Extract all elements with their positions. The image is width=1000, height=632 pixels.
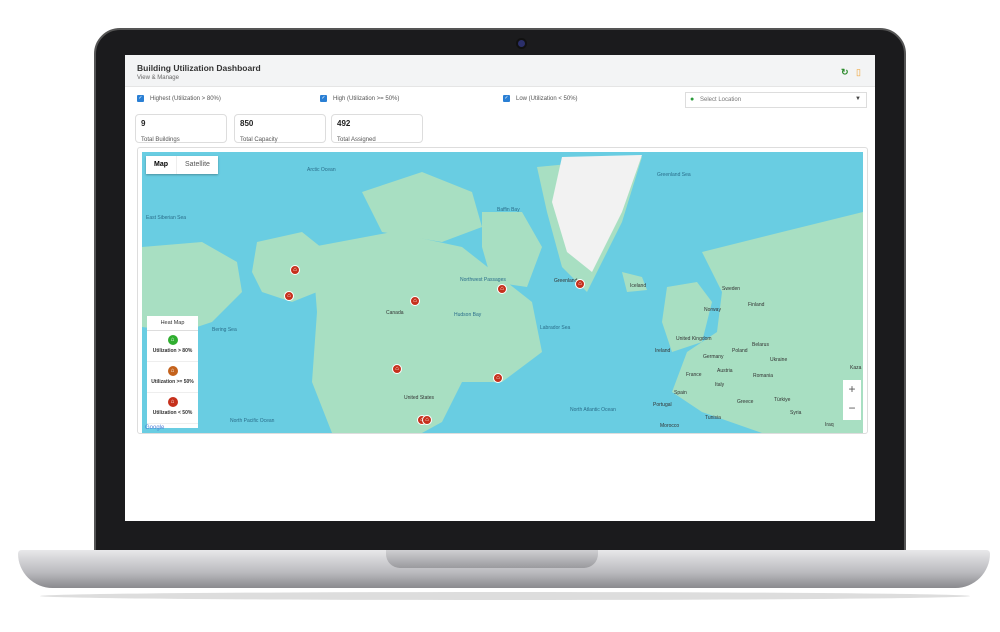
map-label: France xyxy=(686,372,702,378)
dashboard-screen: Building Utilization Dashboard View & Ma… xyxy=(125,55,875,521)
map-label: Norway xyxy=(704,307,721,313)
map-label: Greece xyxy=(737,399,754,405)
legend-item: ⌂ Utilization > 80% xyxy=(147,331,198,362)
map-label: Kaza xyxy=(850,365,862,371)
map-label: Poland xyxy=(732,348,748,354)
building-marker[interactable]: ⌂ xyxy=(422,415,432,425)
tab-map[interactable]: Map xyxy=(146,156,176,174)
map-label: Iraq xyxy=(825,422,834,428)
bookmark-icon[interactable]: ▯ xyxy=(856,67,861,78)
laptop-shadow xyxy=(40,592,970,600)
map-label: Bering Sea xyxy=(212,327,237,333)
zoom-in-button[interactable]: + xyxy=(843,380,861,399)
legend-item: ⌂ Utilization >= 50% xyxy=(147,362,198,393)
filter-label: Low (Utilization < 50%) xyxy=(516,95,578,102)
stat-total-assigned: 492 Total Assigned xyxy=(331,114,423,143)
map-label: Labrador Sea xyxy=(540,325,571,331)
map-label: Germany xyxy=(703,354,724,360)
filter-low[interactable]: ✓ Low (Utilization < 50%) xyxy=(503,95,578,102)
map-label: Greenland Sea xyxy=(657,172,691,178)
map-label: Italy xyxy=(715,382,725,388)
filter-label: Highest (Utilization > 80%) xyxy=(150,95,221,102)
legend-label: Utilization >= 50% xyxy=(151,379,194,385)
map-label: United States xyxy=(404,395,435,401)
zoom-control: + − xyxy=(843,380,861,420)
building-marker[interactable]: ⌂ xyxy=(290,265,300,275)
checkbox-icon[interactable]: ✓ xyxy=(503,95,510,102)
stat-total-capacity: 850 Total Capacity xyxy=(234,114,326,143)
legend-label: Utilization > 80% xyxy=(152,348,193,354)
chevron-down-icon: ▼ xyxy=(855,96,861,102)
building-icon: ⌂ xyxy=(167,366,178,376)
map-label: Sweden xyxy=(722,286,741,292)
map-label: United Kingdom xyxy=(676,336,712,342)
map[interactable]: Arctic Ocean East Siberian Sea Bering Se… xyxy=(142,152,863,433)
filter-highest[interactable]: ✓ Highest (Utilization > 80%) xyxy=(137,95,221,102)
map-label: Türkiye xyxy=(774,397,791,403)
map-label: Arctic Ocean xyxy=(307,167,336,173)
building-marker[interactable]: ⌂ xyxy=(493,373,503,383)
heat-map-legend: Heat Map ⌂ Utilization > 80% ⌂ Utilization… xyxy=(147,316,198,428)
building-icon: ⌂ xyxy=(167,335,178,345)
stat-label: Total Assigned xyxy=(337,137,376,143)
stat-label: Total Capacity xyxy=(240,137,278,143)
page-subtitle: View & Manage xyxy=(137,75,179,81)
map-label: Austria xyxy=(717,368,733,374)
checkbox-icon[interactable]: ✓ xyxy=(320,95,327,102)
map-label: Iceland xyxy=(630,283,647,289)
building-marker[interactable]: ⌂ xyxy=(392,364,402,374)
building-icon: ⌂ xyxy=(167,397,178,407)
map-label: Canada xyxy=(386,310,404,316)
stat-label: Total Buildings xyxy=(141,137,180,143)
webcam xyxy=(516,38,527,49)
filter-label: High (Utilization >= 50%) xyxy=(333,95,400,102)
building-marker[interactable]: ⌂ xyxy=(575,279,585,289)
map-label: Portugal xyxy=(653,402,672,408)
map-label: North Atlantic Ocean xyxy=(570,407,616,413)
map-label: Ireland xyxy=(655,348,671,354)
stat-value: 492 xyxy=(337,119,351,128)
legend-item: ⌂ Utilization < 50% xyxy=(147,393,198,424)
building-marker[interactable]: ⌂ xyxy=(497,284,507,294)
legend-label: Utilization < 50% xyxy=(152,410,193,416)
map-label: East Siberian Sea xyxy=(146,215,187,221)
map-label: Tunisia xyxy=(705,415,721,421)
location-placeholder: Select Location xyxy=(700,97,742,103)
map-type-control: Map Satellite xyxy=(146,156,218,174)
google-logo: Google xyxy=(145,425,165,431)
map-label: Belarus xyxy=(752,342,769,348)
map-label: Romania xyxy=(753,373,774,379)
map-label: Morocco xyxy=(660,423,680,429)
zoom-out-button[interactable]: − xyxy=(843,399,861,418)
location-select[interactable]: ● Select Location ▼ xyxy=(685,92,867,108)
legend-title: Heat Map xyxy=(147,316,198,331)
map-label: North Pacific Ocean xyxy=(230,418,275,424)
map-label: Ukraine xyxy=(770,357,788,363)
filter-high[interactable]: ✓ High (Utilization >= 50%) xyxy=(320,95,399,102)
map-label: Spain xyxy=(674,390,687,396)
map-label: Finland xyxy=(748,302,765,308)
map-label: Greenland xyxy=(554,278,578,284)
building-marker[interactable]: ⌂ xyxy=(284,291,294,301)
stat-total-buildings: 9 Total Buildings xyxy=(135,114,227,143)
stat-value: 850 xyxy=(240,119,254,128)
map-label: Baffin Bay xyxy=(497,207,520,213)
map-label: Hudson Bay xyxy=(454,312,482,318)
stat-value: 9 xyxy=(141,119,146,128)
page-title: Building Utilization Dashboard xyxy=(137,63,261,73)
building-marker[interactable]: ⌂ xyxy=(410,296,420,306)
map-label: Syria xyxy=(790,410,802,416)
map-label: Northwest Passages xyxy=(460,277,506,283)
map-pin-icon: ● xyxy=(690,96,695,103)
laptop-notch xyxy=(386,550,598,568)
refresh-icon[interactable]: ↻ xyxy=(841,67,849,78)
checkbox-icon[interactable]: ✓ xyxy=(137,95,144,102)
header: Building Utilization Dashboard View & Ma… xyxy=(125,55,875,87)
tab-satellite[interactable]: Satellite xyxy=(176,156,218,174)
